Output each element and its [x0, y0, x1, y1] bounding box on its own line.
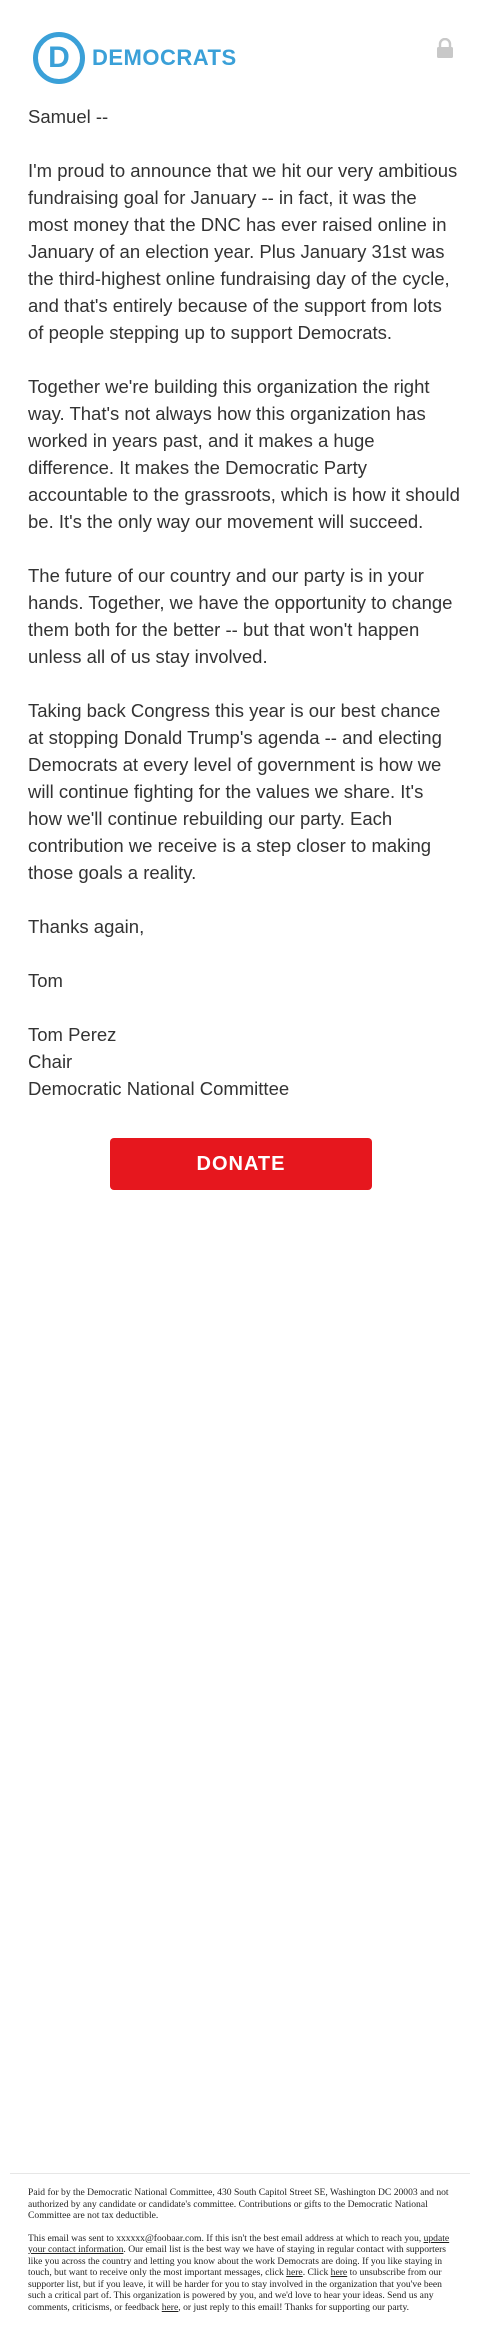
body-paragraph: I'm proud to announce that we hit our ve… [28, 160, 458, 343]
logo-letter: D [48, 41, 70, 74]
subscription-notice: This email was sent to xxxxxx@foobaar.co… [28, 2233, 460, 2314]
signature-name: Tom Perez [28, 1024, 117, 1045]
paid-for-disclaimer: Paid for by the Democratic National Comm… [28, 2187, 449, 2221]
body-paragraph: The future of our country and our party … [28, 565, 453, 667]
body-paragraph: Taking back Congress this year is our be… [28, 700, 442, 883]
body-paragraph: Together we're building this organizatio… [28, 376, 460, 532]
donate-button[interactable]: DONATE [110, 1138, 372, 1190]
thanks-line: Thanks again, [28, 916, 145, 937]
signature-block: Tom Perez Chair Democratic National Comm… [28, 1021, 460, 1102]
signature-org: Democratic National Committee [28, 1078, 290, 1099]
unsubscribe-link[interactable]: here [331, 2267, 348, 2278]
footer-text: This email was sent to xxxxxx@foobaar.co… [28, 2232, 424, 2244]
donate-container: DONATE [110, 1138, 372, 1190]
email-footer: Paid for by the Democratic National Comm… [28, 2187, 460, 2324]
email-body: Samuel -- I'm proud to announce that we … [28, 103, 460, 1102]
lock-icon [437, 38, 453, 58]
footer-divider [10, 2173, 470, 2174]
democrats-logo[interactable]: D DEMOCRATS [33, 32, 237, 84]
logo-text: DEMOCRATS [92, 45, 237, 70]
logo-circle-icon: D [33, 32, 85, 84]
greeting: Samuel -- [28, 106, 109, 127]
email-header: D DEMOCRATS [0, 0, 480, 100]
signature-title: Chair [28, 1051, 73, 1072]
feedback-link[interactable]: here [162, 2302, 179, 2313]
footer-text: , or just reply to this email! Thanks fo… [178, 2301, 410, 2313]
sign-off-first-name: Tom [28, 970, 63, 991]
footer-text: . Click [302, 2267, 331, 2278]
important-messages-link[interactable]: here [286, 2267, 303, 2278]
